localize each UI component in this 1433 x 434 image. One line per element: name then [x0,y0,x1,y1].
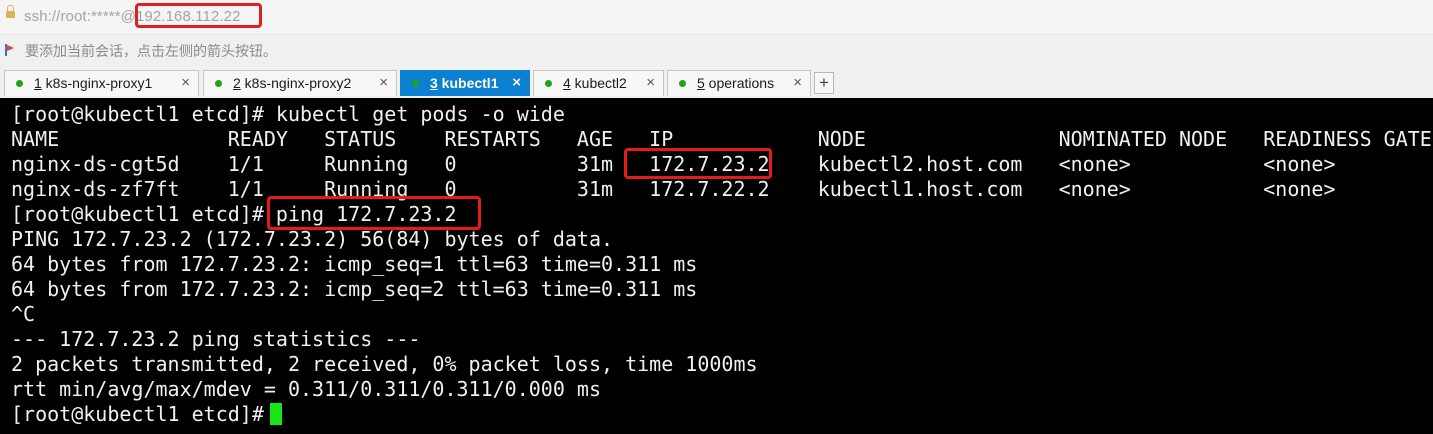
add-session-arrow-icon[interactable] [4,43,18,57]
close-icon[interactable]: × [793,74,802,91]
tab-number: 5 [697,75,705,91]
terminal-line: --- 172.7.23.2 ping statistics --- [11,327,421,351]
tab-5[interactable]: 5 operations × [667,70,811,96]
connected-dot-icon [545,80,552,87]
terminal-line: 2 packets transmitted, 2 received, 0% pa… [11,352,758,376]
tab-label: operations [704,75,775,91]
tab-number: 3 [430,75,438,91]
terminal-line: [root@kubectl1 etcd]# kubectl get pods -… [11,102,565,126]
connected-dot-icon [215,80,222,87]
tab-1[interactable]: 1 k8s-nginx-proxy1 × [4,70,199,96]
lock-icon [6,5,15,18]
close-icon[interactable]: × [181,74,190,91]
connected-dot-icon [412,80,419,87]
highlight-box-host [135,3,262,28]
tab-number: 2 [233,75,241,91]
close-icon[interactable]: × [646,74,655,91]
tab-label: kubectl2 [570,75,627,91]
connected-dot-icon [16,80,23,87]
terminal-line: rtt min/avg/max/mdev = 0.311/0.311/0.311… [11,377,602,401]
tab-label: k8s-nginx-proxy2 [240,75,352,91]
add-tab-button[interactable]: + [814,72,834,94]
terminal-prompt-line[interactable]: [root@kubectl1 etcd]# [11,402,282,427]
tab-number: 1 [34,75,42,91]
highlight-box-ping-command [267,196,481,230]
tab-label: kubectl1 [437,75,499,91]
tab-2[interactable]: 2 k8s-nginx-proxy2 × [203,70,397,96]
address-bar[interactable]: ssh://root:*****@192.168.112.22 [0,0,1433,35]
terminal-line: nginx-ds-zf7ft 1/1 Running 0 31m 172.7.2… [11,177,1336,201]
tab-3-active[interactable]: 3 kubectl1 × [400,70,530,96]
terminal-line: ^C [11,302,36,326]
close-icon[interactable]: × [379,74,388,91]
highlight-box-pod-ip [624,148,772,179]
close-icon[interactable]: × [512,74,521,91]
tab-number: 4 [563,75,571,91]
terminal-line: 64 bytes from 172.7.23.2: icmp_seq=1 ttl… [11,252,698,276]
terminal-line: 64 bytes from 172.7.23.2: icmp_seq=2 ttl… [11,277,698,301]
tab-4[interactable]: 4 kubectl2 × [533,70,664,96]
tab-label: k8s-nginx-proxy1 [41,75,153,91]
terminal-cursor [269,403,282,425]
prompt-text: [root@kubectl1 etcd]# [11,402,264,426]
connected-dot-icon [679,80,686,87]
hint-text: 要添加当前会话，点击左侧的箭头按钮。 [25,43,277,59]
terminal-line: PING 172.7.23.2 (172.7.23.2) 56(84) byte… [11,227,614,251]
